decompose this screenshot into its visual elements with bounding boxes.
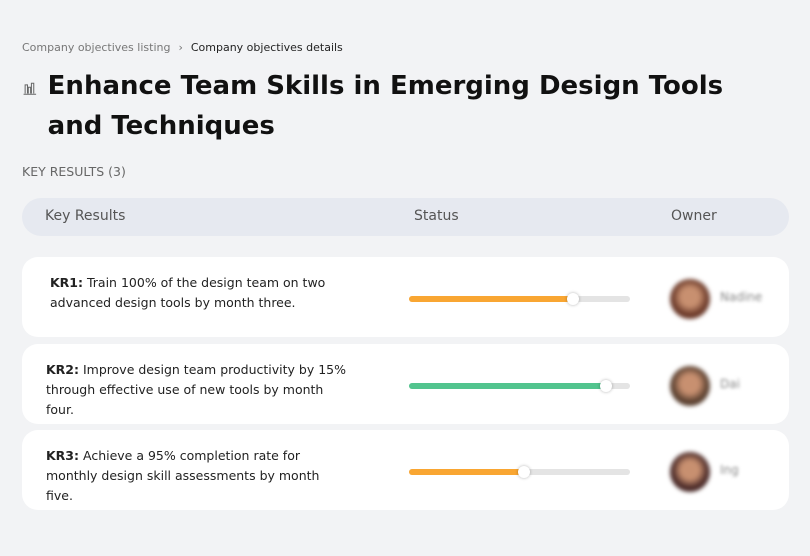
- table-row[interactable]: KR3: Achieve a 95% completion rate for m…: [22, 430, 789, 510]
- key-result-text: KR3: Achieve a 95% completion rate for m…: [46, 446, 346, 506]
- key-result-description: Improve design team productivity by 15% …: [46, 362, 346, 417]
- owner-name: Ing: [720, 463, 739, 477]
- progress-bar: [409, 466, 630, 478]
- page-header: Enhance Team Skills in Emerging Design T…: [22, 66, 762, 146]
- owner-avatar: [670, 279, 710, 319]
- table-row[interactable]: KR1: Train 100% of the design team on tw…: [22, 257, 789, 337]
- key-result-text: KR2: Improve design team productivity by…: [46, 360, 346, 420]
- progress-bar: [409, 380, 630, 392]
- building-chart-icon: [23, 82, 37, 95]
- column-status: Status: [414, 208, 459, 224]
- progress-fill: [409, 296, 573, 302]
- column-key-results: Key Results: [45, 208, 126, 224]
- column-owner: Owner: [671, 208, 717, 224]
- key-result-description: Train 100% of the design team on two adv…: [50, 275, 326, 310]
- owner-avatar: [670, 366, 710, 406]
- key-result-text: KR1: Train 100% of the design team on tw…: [50, 273, 350, 313]
- page-title: Enhance Team Skills in Emerging Design T…: [47, 71, 724, 141]
- key-results-count: KEY RESULTS (3): [22, 164, 126, 179]
- key-result-id: KR3:: [46, 448, 80, 463]
- progress-bar: [409, 293, 630, 305]
- owner-name: Dai: [720, 377, 740, 391]
- breadcrumb-current: Company objectives details: [190, 41, 343, 54]
- breadcrumb-separator: ›: [178, 41, 183, 54]
- progress-fill: [409, 383, 606, 389]
- owner-avatar: [670, 452, 710, 492]
- progress-fill: [409, 469, 524, 475]
- progress-knob[interactable]: [566, 293, 579, 305]
- progress-knob[interactable]: [517, 466, 530, 478]
- table-row[interactable]: KR2: Improve design team productivity by…: [22, 344, 789, 424]
- table-header: Key Results Status Owner: [22, 198, 789, 236]
- owner-name: Nadine: [720, 290, 763, 304]
- key-result-description: Achieve a 95% completion rate for monthl…: [46, 448, 320, 503]
- breadcrumb-parent-link[interactable]: Company objectives listing: [22, 41, 170, 54]
- key-result-id: KR2:: [46, 362, 80, 377]
- key-result-id: KR1:: [50, 275, 84, 290]
- breadcrumb: Company objectives listing › Company obj…: [22, 41, 343, 54]
- progress-knob[interactable]: [599, 380, 612, 392]
